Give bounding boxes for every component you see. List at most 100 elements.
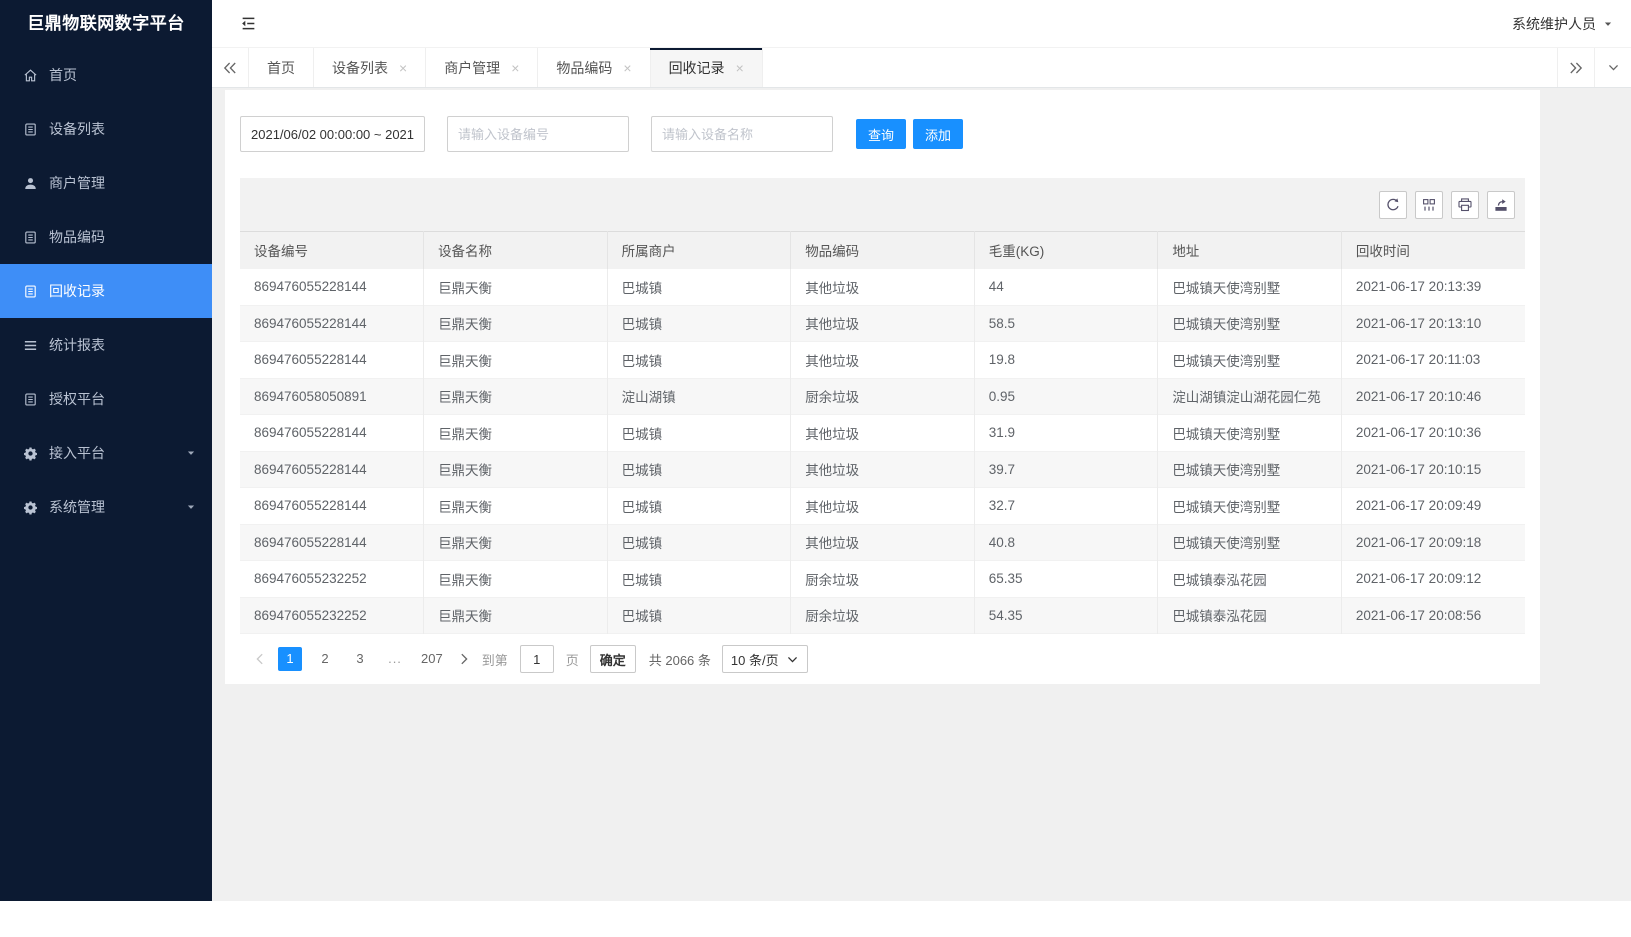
cell-device_name: 巨鼎天衡 [424,597,608,634]
app-title: 巨鼎物联网数字平台 [0,0,212,48]
sidebar-item-label: 系统管理 [49,497,105,517]
cell-address: 巴城镇天使湾别墅 [1158,415,1342,452]
close-icon[interactable]: × [736,61,744,75]
cell-address: 巴城镇天使湾别墅 [1158,269,1342,306]
cell-merchant: 巴城镇 [607,269,791,306]
cell-gross_weight: 39.7 [974,451,1158,488]
cell-device_name: 巨鼎天衡 [424,561,608,598]
cell-device_name: 巨鼎天衡 [424,451,608,488]
user-menu[interactable]: 系统维护人员 [1512,14,1613,34]
cell-device_id: 869476055228144 [240,305,424,342]
cell-merchant: 巴城镇 [607,561,791,598]
cell-device_id: 869476055228144 [240,415,424,452]
cell-item_code: 其他垃圾 [791,342,975,379]
content-area: 查询 添加 设备编号设备名称所属商户物品编码毛重(KG)地址回收时间 86947… [212,88,1631,901]
sidebar-item-label: 回收记录 [49,281,105,301]
cell-device_name: 巨鼎天衡 [424,305,608,342]
sidebar-item-merchant-mgmt[interactable]: 商户管理 [0,156,212,210]
cell-gross_weight: 40.8 [974,524,1158,561]
tab-label: 首页 [267,58,295,78]
page-button-3[interactable]: 3 [348,647,372,671]
goto-page-input[interactable] [520,645,554,673]
topbar: 系统维护人员 [212,0,1631,48]
sidebar-item-recycle-records[interactable]: 回收记录 [0,264,212,318]
document-icon [22,283,38,299]
page-button-1[interactable]: 1 [278,647,302,671]
app-window: 巨鼎物联网数字平台 首页设备列表商户管理物品编码回收记录统计报表授权平台接入平台… [0,0,1631,901]
add-button[interactable]: 添加 [913,119,963,149]
sidebar-item-label: 商户管理 [49,173,105,193]
cell-device_name: 巨鼎天衡 [424,342,608,379]
cell-address: 巴城镇天使湾别墅 [1158,451,1342,488]
sidebar-item-label: 物品编码 [49,227,105,247]
tabs-scroll-right-button[interactable] [1557,48,1594,87]
sidebar-item-system-mgmt[interactable]: 系统管理 [0,480,212,534]
cell-device_id: 869476055228144 [240,269,424,306]
export-icon [1493,197,1509,213]
tabbar: 首页设备列表×商户管理×物品编码×回收记录× [212,48,1631,88]
cell-merchant: 巴城镇 [607,305,791,342]
columns-button[interactable] [1415,191,1443,219]
page-button-2[interactable]: 2 [313,647,337,671]
table-row: 869476055228144巨鼎天衡巴城镇其他垃圾19.8巴城镇天使湾别墅20… [240,342,1525,379]
tab-recycle-records[interactable]: 回收记录× [651,48,763,87]
sidebar-item-device-list[interactable]: 设备列表 [0,102,212,156]
print-button[interactable] [1451,191,1479,219]
close-icon[interactable]: × [511,61,519,75]
cell-merchant: 巴城镇 [607,415,791,452]
cell-address: 巴城镇天使湾别墅 [1158,488,1342,525]
tab-item-code[interactable]: 物品编码 × [538,48,650,87]
document-icon [22,121,38,137]
user-icon [22,175,38,191]
tab-home[interactable]: 首页 [249,48,314,87]
column-header-device_id: 设备编号 [240,232,424,269]
sidebar-item-stats-report[interactable]: 统计报表 [0,318,212,372]
cell-address: 巴城镇天使湾别墅 [1158,342,1342,379]
caret-down-icon [186,502,196,512]
cell-item_code: 其他垃圾 [791,305,975,342]
cell-device_name: 巨鼎天衡 [424,524,608,561]
tab-merchant-mgmt[interactable]: 商户管理× [426,48,538,87]
table-row: 869476055232252巨鼎天衡巴城镇厨余垃圾65.35巴城镇泰泓花园20… [240,561,1525,598]
cell-recycle_time: 2021-06-17 20:10:46 [1341,378,1525,415]
close-icon[interactable]: × [623,61,631,75]
cell-gross_weight: 58.5 [974,305,1158,342]
cell-gross_weight: 0.95 [974,378,1158,415]
cell-device_name: 巨鼎天衡 [424,415,608,452]
columns-filter-icon [1421,197,1437,213]
sidebar-item-access-platform[interactable]: 接入平台 [0,426,212,480]
sidebar-item-home[interactable]: 首页 [0,48,212,102]
tab-label: 物品编码 [556,58,612,78]
table-row: 869476055228144巨鼎天衡巴城镇其他垃圾58.5巴城镇天使湾别墅20… [240,305,1525,342]
table-row: 869476055228144巨鼎天衡巴城镇其他垃圾44巴城镇天使湾别墅2021… [240,269,1525,306]
next-page-button[interactable] [457,652,471,666]
tabs-menu-button[interactable] [1594,48,1631,87]
recycle-records-panel: 查询 添加 设备编号设备名称所属商户物品编码毛重(KG)地址回收时间 86947… [225,90,1540,684]
chevron-down-icon [786,653,799,666]
page-button-207[interactable]: 207 [418,647,446,671]
device-name-input[interactable] [651,116,833,152]
tab-device-list[interactable]: 设备列表× [314,48,426,87]
cell-item_code: 其他垃圾 [791,415,975,452]
cell-gross_weight: 19.8 [974,342,1158,379]
prev-page-button[interactable] [253,652,267,666]
refresh-button[interactable] [1379,191,1407,219]
cell-merchant: 淀山湖镇 [607,378,791,415]
sidebar-item-auth-platform[interactable]: 授权平台 [0,372,212,426]
query-button[interactable]: 查询 [856,119,906,149]
sidebar-item-item-code[interactable]: 物品编码 [0,210,212,264]
cell-address: 巴城镇天使湾别墅 [1158,524,1342,561]
sidebar-collapse-icon[interactable] [240,15,257,32]
column-header-recycle_time: 回收时间 [1341,232,1525,269]
device-id-input[interactable] [447,116,629,152]
cell-recycle_time: 2021-06-17 20:13:10 [1341,305,1525,342]
cell-gross_weight: 31.9 [974,415,1158,452]
page-size-select[interactable]: 10 条/页 [722,645,808,673]
tabs-scroll-left-button[interactable] [212,48,249,87]
sidebar-item-label: 首页 [49,65,77,85]
close-icon[interactable]: × [399,61,407,75]
confirm-page-button[interactable]: 确定 [590,645,636,673]
table-zone: 设备编号设备名称所属商户物品编码毛重(KG)地址回收时间 86947605522… [240,178,1525,684]
date-range-input[interactable] [240,116,425,152]
export-button[interactable] [1487,191,1515,219]
